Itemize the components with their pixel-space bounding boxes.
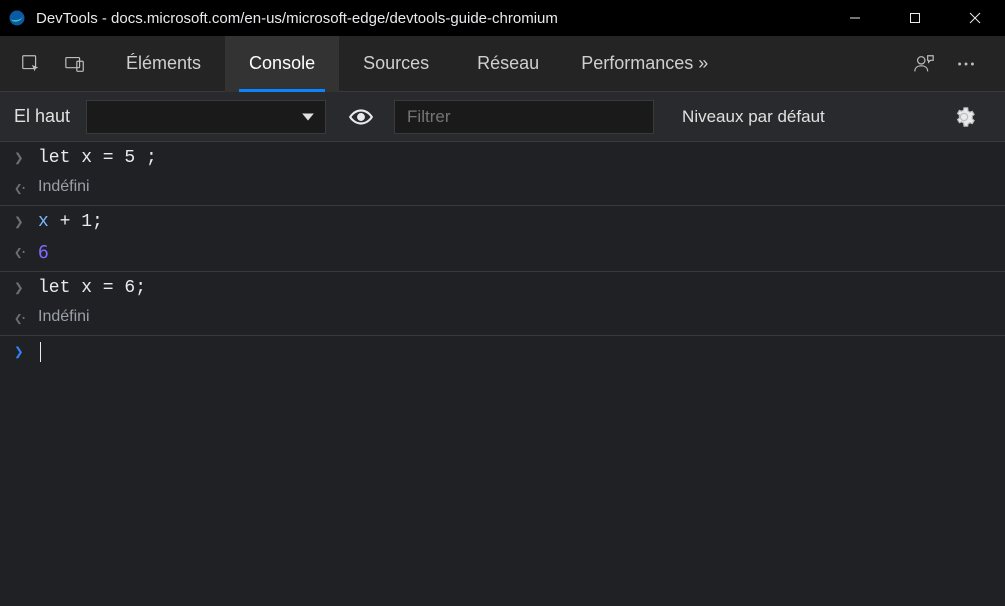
prompt-chevron-icon bbox=[14, 342, 38, 361]
output-chevron-icon bbox=[14, 242, 38, 261]
context-label: El haut bbox=[14, 106, 70, 127]
close-button[interactable] bbox=[945, 0, 1005, 36]
console-output-row: 6 bbox=[0, 236, 1005, 267]
log-levels-select[interactable]: Niveaux par défaut bbox=[676, 107, 825, 127]
console-input[interactable] bbox=[38, 342, 41, 363]
console-output-row: Indéfini bbox=[0, 302, 1005, 331]
input-chevron-icon bbox=[14, 148, 38, 167]
tab-console[interactable]: Console bbox=[225, 36, 339, 92]
input-chevron-icon bbox=[14, 212, 38, 231]
console-input-row: let x = 5 ; bbox=[0, 142, 1005, 172]
console-output: let x = 5 ; Indéfini x + 1; 6 let x = 6;… bbox=[0, 142, 1005, 367]
console-code: x + 1; bbox=[38, 212, 103, 232]
tab-network[interactable]: Réseau bbox=[453, 36, 563, 92]
chevron-down-icon bbox=[301, 110, 315, 124]
settings-icon[interactable] bbox=[947, 100, 981, 134]
window-titlebar: DevTools - docs.microsoft.com/en-us/micr… bbox=[0, 0, 1005, 36]
filter-input[interactable] bbox=[394, 100, 654, 134]
console-input-row: let x = 6; bbox=[0, 272, 1005, 302]
tab-sources[interactable]: Sources bbox=[339, 36, 453, 92]
live-expression-icon[interactable] bbox=[344, 100, 378, 134]
console-output-row: Indéfini bbox=[0, 172, 1005, 201]
text-cursor bbox=[40, 342, 41, 362]
tab-performance[interactable]: Performances » bbox=[563, 36, 726, 92]
console-prompt-row[interactable] bbox=[0, 336, 1005, 367]
console-result: Indéfini bbox=[38, 178, 90, 196]
output-chevron-icon bbox=[14, 178, 38, 197]
more-icon[interactable] bbox=[949, 47, 983, 81]
input-chevron-icon bbox=[14, 278, 38, 297]
maximize-button[interactable] bbox=[885, 0, 945, 36]
console-result: 6 bbox=[38, 242, 49, 263]
inspect-icon[interactable] bbox=[14, 47, 48, 81]
output-chevron-icon bbox=[14, 308, 38, 327]
devtools-tabs: Éléments Console Sources Réseau Performa… bbox=[0, 36, 1005, 92]
tab-elements[interactable]: Éléments bbox=[102, 36, 225, 92]
minimize-button[interactable] bbox=[825, 0, 885, 36]
console-code: let x = 5 ; bbox=[38, 148, 157, 168]
window-title: DevTools - docs.microsoft.com/en-us/micr… bbox=[36, 10, 558, 27]
console-input-row: x + 1; bbox=[0, 206, 1005, 236]
context-select[interactable] bbox=[86, 100, 326, 134]
device-toggle-icon[interactable] bbox=[58, 47, 92, 81]
feedback-icon[interactable] bbox=[907, 47, 941, 81]
console-code: let x = 6; bbox=[38, 278, 146, 298]
console-toolbar: El haut Niveaux par défaut bbox=[0, 92, 1005, 142]
app-icon bbox=[8, 9, 26, 27]
console-result: Indéfini bbox=[38, 308, 90, 326]
